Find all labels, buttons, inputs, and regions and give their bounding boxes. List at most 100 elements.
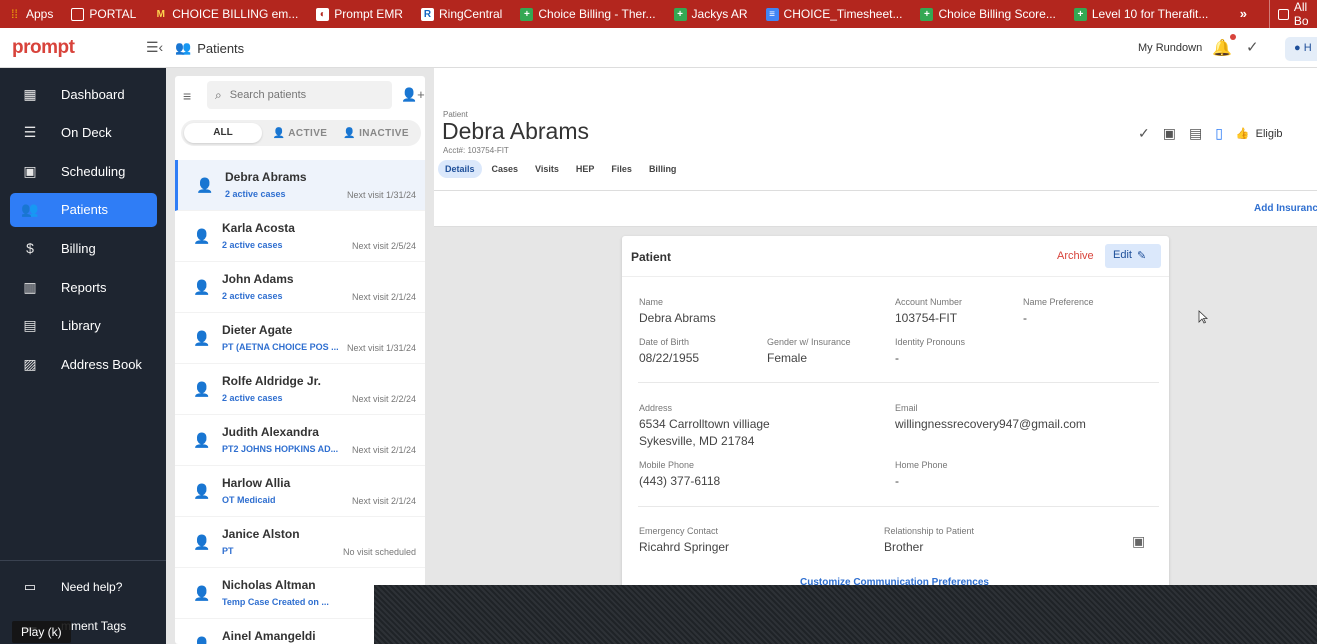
- filter-active-button[interactable]: 👤 ACTIVE: [262, 128, 338, 139]
- app-header: prompt ☰‹ 👥 Patients My Rundown 🔔 ✓ ● H: [0, 28, 1317, 68]
- pronouns-label: Identity Pronouns: [895, 337, 966, 347]
- notification-bell-icon[interactable]: 🔔: [1212, 38, 1232, 58]
- patient-tabs: Details Cases Visits HEP Files Billing: [438, 160, 683, 178]
- patient-name: Rolfe Aldridge Jr.: [222, 374, 321, 388]
- patient-list-item[interactable]: 👤 Rolfe Aldridge Jr. 2 active cases Next vi…: [175, 364, 425, 415]
- sidebar-item-library[interactable]: ▤ Library: [10, 309, 157, 343]
- sidebar-item-label: Reports: [61, 279, 107, 295]
- patient-next-visit: Next visit 2/5/24: [351, 241, 416, 251]
- patient-info-card: Patient Archive Edit ✎ Name Debra Abrams…: [622, 236, 1169, 644]
- folder-user-icon[interactable]: ▤: [1189, 125, 1202, 142]
- person-icon: 👤: [193, 432, 211, 448]
- task-check-icon[interactable]: ✓: [1138, 125, 1150, 142]
- search-box[interactable]: ⌕: [207, 81, 392, 109]
- sheets-icon: +: [1073, 7, 1087, 21]
- home-phone-label: Home Phone: [895, 460, 948, 470]
- sheets-icon: +: [520, 7, 534, 21]
- card-divider: [622, 276, 1169, 277]
- sidebar-item-on-deck[interactable]: ☰ On Deck: [10, 116, 157, 150]
- prompt-logo[interactable]: prompt: [12, 37, 75, 59]
- sidebar-item-dashboard[interactable]: ▦ Dashboard: [10, 77, 157, 111]
- search-input[interactable]: [229, 89, 380, 101]
- filter-inactive-button[interactable]: 👤 INACTIVE: [338, 128, 414, 139]
- contact-card-icon[interactable]: ▣: [1132, 533, 1145, 550]
- patient-name: Debra Abrams: [225, 170, 307, 184]
- sidebar-item-scheduling[interactable]: ▣ Scheduling: [10, 154, 157, 188]
- edit-button[interactable]: Edit ✎: [1105, 244, 1161, 268]
- collapse-menu-icon[interactable]: ☰‹: [146, 39, 163, 56]
- user-menu-button[interactable]: ● H: [1285, 37, 1317, 61]
- gmail-icon: M: [156, 8, 165, 20]
- section-divider: [638, 382, 1159, 383]
- filter-icon[interactable]: ≡: [183, 88, 191, 104]
- person-icon: 👤: [193, 228, 211, 244]
- tab-visits[interactable]: Visits: [528, 160, 566, 178]
- all-bookmarks-button[interactable]: All Bo: [1269, 0, 1317, 28]
- dob-label: Date of Birth: [639, 337, 690, 347]
- patient-header: Patient Debra Abrams Acct#: 103754-FIT D…: [434, 68, 1317, 191]
- sidebar-divider: [0, 560, 166, 561]
- patient-list-item[interactable]: 👤 Karla Acosta 2 active cases Next visit 2/…: [175, 211, 425, 262]
- section-divider: [638, 506, 1159, 507]
- bookmark-item[interactable]: + Choice Billing Score...: [920, 7, 1056, 21]
- id-card-icon[interactable]: ▣: [1163, 125, 1176, 142]
- bookmark-item[interactable]: PORTAL: [71, 7, 136, 21]
- patient-list-item[interactable]: 👤 John Adams 2 active cases Next visit 2/1/…: [175, 262, 425, 313]
- tab-billing[interactable]: Billing: [642, 160, 684, 178]
- pronouns-value: -: [895, 351, 899, 365]
- patient-list-item[interactable]: 👤 Janice Alston PT No visit scheduled: [175, 517, 425, 568]
- my-rundown-link[interactable]: My Rundown: [1138, 42, 1202, 54]
- bookmark-item[interactable]: ⁞⁞ Apps: [8, 7, 53, 21]
- add-insurance-link[interactable]: Add Insurance: [1254, 203, 1317, 214]
- name-preference-value: -: [1023, 311, 1027, 325]
- user-icon: ●: [1294, 42, 1301, 54]
- tab-cases[interactable]: Cases: [485, 160, 526, 178]
- patient-list-item[interactable]: 👤 Debra Abrams 2 active cases Next visit 1/…: [175, 160, 425, 211]
- gender-label: Gender w/ Insurance: [767, 337, 851, 347]
- play-tooltip: Play (k): [12, 621, 71, 643]
- tab-details[interactable]: Details: [438, 160, 482, 178]
- relationship-label: Relationship to Patient: [884, 526, 975, 536]
- person-icon: 👤: [193, 381, 211, 397]
- patient-cases: PT (AETNA CHOICE POS ...: [222, 342, 339, 352]
- bookmark-item[interactable]: + Jackys AR: [673, 7, 748, 21]
- address-book-icon: ▨: [23, 355, 37, 372]
- patients-icon: 👥: [21, 201, 39, 218]
- email-label: Email: [895, 403, 918, 413]
- patient-name: Nicholas Altman: [222, 578, 316, 592]
- bookmarks-overflow-button[interactable]: »: [1240, 6, 1247, 21]
- need-help-button[interactable]: ▭ Need help?: [10, 572, 157, 602]
- sidebar-item-patients[interactable]: 👥 Patients: [10, 192, 157, 227]
- patient-cases: 2 active cases: [222, 240, 283, 250]
- task-check-icon[interactable]: ✓: [1246, 38, 1259, 56]
- patient-cases: 2 active cases: [222, 393, 283, 403]
- filter-all-button[interactable]: ALL: [184, 123, 262, 143]
- bookmark-item[interactable]: R RingCentral: [420, 7, 502, 21]
- add-patient-icon[interactable]: 👤+: [401, 87, 425, 103]
- bookmark-item[interactable]: M CHOICE BILLING em...: [154, 7, 299, 21]
- sidebar-item-reports[interactable]: ▥ Reports: [10, 270, 157, 304]
- patient-list-item[interactable]: 👤 Dieter Agate PT (AETNA CHOICE POS ... Nex…: [175, 313, 425, 364]
- archive-button[interactable]: Archive: [1057, 250, 1094, 262]
- video-overlay-block: [374, 585, 1317, 644]
- bookmark-item[interactable]: + Choice Billing - Ther...: [520, 7, 656, 21]
- bookmark-item[interactable]: ◐ Prompt EMR: [316, 7, 403, 21]
- pencil-icon: ✎: [1136, 250, 1147, 262]
- patients-icon: 👥: [175, 40, 192, 55]
- sheets-icon: +: [920, 7, 934, 21]
- bookmark-item[interactable]: ≡ CHOICE_Timesheet...: [765, 7, 902, 21]
- patient-next-visit: Next visit 2/2/24: [351, 394, 416, 404]
- sidebar-item-address-book[interactable]: ▨ Address Book: [10, 347, 157, 381]
- sidebar-item-billing[interactable]: $ Billing: [10, 231, 157, 265]
- patient-cases: PT: [222, 546, 234, 556]
- bookmark-item[interactable]: + Level 10 for Therafit...: [1073, 7, 1208, 21]
- patient-list-item[interactable]: 👤 Judith Alexandra PT2 JOHNS HOPKINS AD...…: [175, 415, 425, 466]
- status-filter-toggle: ALL 👤 ACTIVE 👤 INACTIVE: [181, 120, 421, 146]
- tab-files[interactable]: Files: [604, 160, 639, 178]
- patient-list-item[interactable]: 👤 Harlow Allia OT Medicaid Next visit 2/1/2…: [175, 466, 425, 517]
- document-icon[interactable]: ▯: [1215, 125, 1223, 142]
- person-icon: 👤: [193, 483, 211, 499]
- eligibility-button[interactable]: 👍 Eligib: [1236, 127, 1283, 141]
- tab-hep[interactable]: HEP: [569, 160, 602, 178]
- patient-actions: ✓ ▣ ▤ ▯ 👍 Eligib: [1138, 125, 1283, 142]
